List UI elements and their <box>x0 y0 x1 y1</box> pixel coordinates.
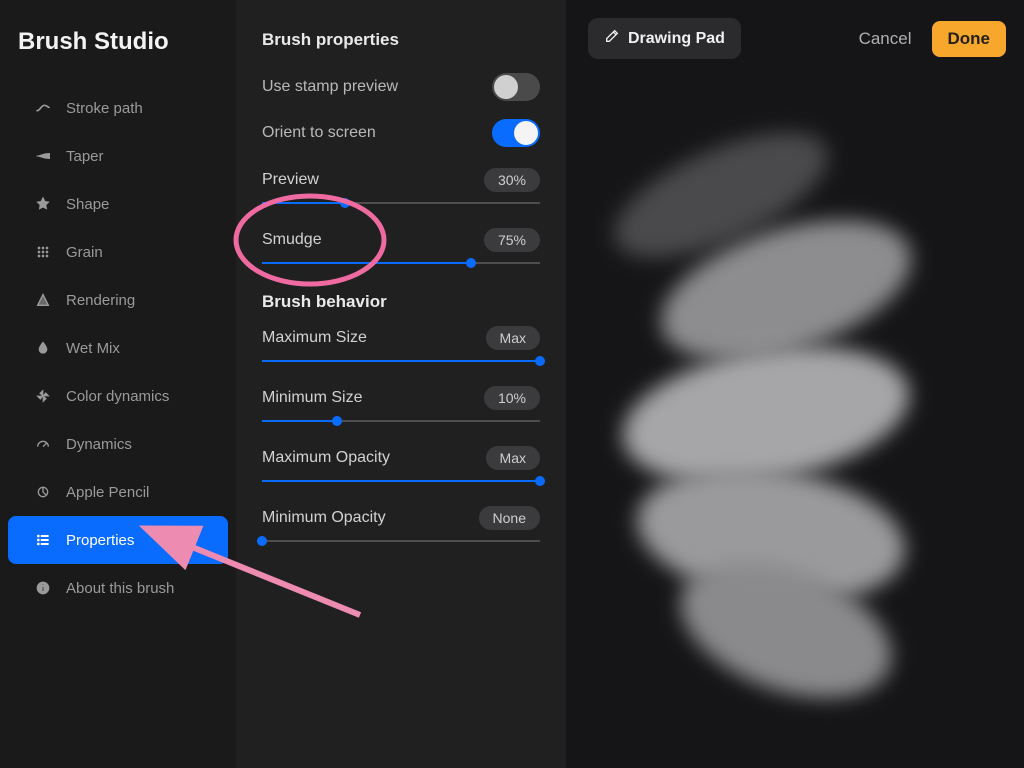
slider-row-max-size: Maximum Size Max <box>262 326 540 362</box>
sidebar-item-wet-mix[interactable]: Wet Mix <box>8 324 228 372</box>
toggle-row-stamp-preview: Use stamp preview <box>262 64 540 110</box>
sidebar-item-color-dynamics[interactable]: Color dynamics <box>8 372 228 420</box>
slider-value[interactable]: 30% <box>484 168 540 192</box>
slider-row-smudge: Smudge 75% <box>262 228 540 264</box>
pencil-tip-icon <box>30 484 56 500</box>
max-opacity-slider[interactable] <box>262 480 540 482</box>
sidebar-item-label: Shape <box>66 196 109 213</box>
cancel-button[interactable]: Cancel <box>859 29 912 49</box>
slider-label: Preview <box>262 171 319 189</box>
sidebar-item-label: About this brush <box>66 580 174 597</box>
sidebar-item-dynamics[interactable]: Dynamics <box>8 420 228 468</box>
slider-value[interactable]: None <box>479 506 540 530</box>
slider-label: Smudge <box>262 231 322 249</box>
sidebar-item-label: Taper <box>66 148 104 165</box>
sidebar-item-properties[interactable]: Properties <box>8 516 228 564</box>
sidebar: Brush Studio Stroke path Taper Shape Gra… <box>0 0 236 768</box>
min-opacity-slider[interactable] <box>262 540 540 542</box>
brush-preview-canvas[interactable] <box>566 80 1024 768</box>
slider-row-min-opacity: Minimum Opacity None <box>262 506 540 542</box>
smudge-slider[interactable] <box>262 262 540 264</box>
sidebar-item-stroke-path[interactable]: Stroke path <box>8 84 228 132</box>
sidebar-item-label: Rendering <box>66 292 135 309</box>
preview-slider[interactable] <box>262 202 540 204</box>
slider-value[interactable]: Max <box>486 446 540 470</box>
toggle-label: Use stamp preview <box>262 78 398 96</box>
slider-row-max-opacity: Maximum Opacity Max <box>262 446 540 482</box>
droplet-icon <box>30 340 56 356</box>
drawing-pad-label: Drawing Pad <box>628 30 725 48</box>
taper-icon <box>30 148 56 164</box>
preview-pane: Drawing Pad Cancel Done <box>566 0 1024 768</box>
sidebar-item-label: Wet Mix <box>66 340 120 357</box>
drawing-pad-button[interactable]: Drawing Pad <box>588 18 741 59</box>
behavior-section-title: Brush behavior <box>262 292 540 312</box>
sidebar-item-label: Dynamics <box>66 436 132 453</box>
rendering-icon <box>30 292 56 308</box>
slider-value[interactable]: 10% <box>484 386 540 410</box>
slider-label: Maximum Opacity <box>262 449 390 467</box>
stamp-preview-toggle[interactable] <box>492 73 540 101</box>
sidebar-item-grain[interactable]: Grain <box>8 228 228 276</box>
sidebar-item-about[interactable]: About this brush <box>8 564 228 612</box>
sidebar-item-rendering[interactable]: Rendering <box>8 276 228 324</box>
settings-panel: Brush properties Use stamp preview Orien… <box>236 0 566 768</box>
slider-label: Minimum Size <box>262 389 362 407</box>
info-icon <box>30 580 56 596</box>
pinwheel-icon <box>30 388 56 404</box>
shape-icon <box>30 196 56 212</box>
slider-label: Maximum Size <box>262 329 367 347</box>
slider-row-preview: Preview 30% <box>262 168 540 204</box>
properties-section-title: Brush properties <box>262 30 540 50</box>
preview-header: Drawing Pad Cancel Done <box>566 0 1024 59</box>
min-size-slider[interactable] <box>262 420 540 422</box>
max-size-slider[interactable] <box>262 360 540 362</box>
slider-label: Minimum Opacity <box>262 509 386 527</box>
orient-screen-toggle[interactable] <box>492 119 540 147</box>
slider-value[interactable]: Max <box>486 326 540 350</box>
sidebar-item-apple-pencil[interactable]: Apple Pencil <box>8 468 228 516</box>
slider-value[interactable]: 75% <box>484 228 540 252</box>
sidebar-item-label: Properties <box>66 532 134 549</box>
sidebar-item-shape[interactable]: Shape <box>8 180 228 228</box>
gauge-icon <box>30 436 56 452</box>
app-title: Brush Studio <box>0 18 236 84</box>
slider-row-min-size: Minimum Size 10% <box>262 386 540 422</box>
sidebar-item-label: Color dynamics <box>66 388 169 405</box>
toggle-row-orient-screen: Orient to screen <box>262 110 540 156</box>
edit-icon <box>604 28 620 49</box>
sidebar-item-label: Grain <box>66 244 103 261</box>
grain-icon <box>30 244 56 260</box>
list-icon <box>30 532 56 548</box>
sidebar-item-label: Stroke path <box>66 100 143 117</box>
sidebar-item-taper[interactable]: Taper <box>8 132 228 180</box>
done-button[interactable]: Done <box>932 21 1007 57</box>
toggle-label: Orient to screen <box>262 124 376 142</box>
sidebar-item-label: Apple Pencil <box>66 484 149 501</box>
path-icon <box>30 100 56 116</box>
